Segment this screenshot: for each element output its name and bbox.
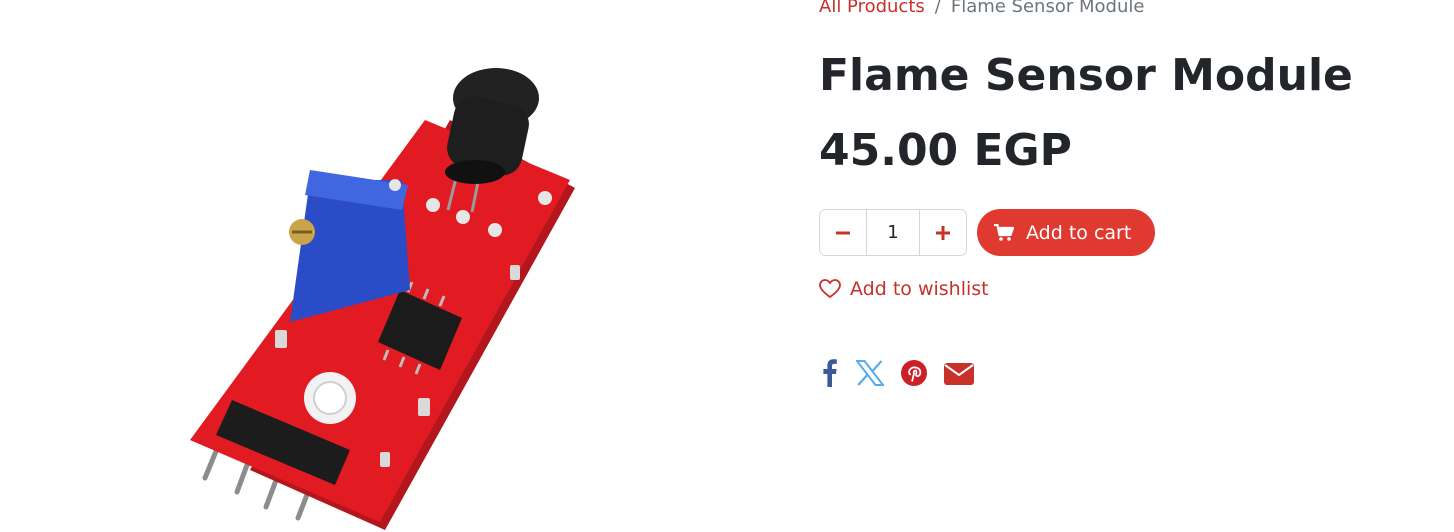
product-info: All Products / Flame Sensor Module Flame S… <box>819 0 1439 532</box>
shopping-cart-icon <box>994 223 1014 242</box>
add-to-cart-label: Add to cart <box>1026 221 1132 244</box>
add-to-wishlist-label: Add to wishlist <box>850 278 989 300</box>
product-image-area <box>0 0 790 532</box>
plus-icon <box>936 225 950 240</box>
minus-icon <box>836 231 850 234</box>
breadcrumb-all-products-link[interactable]: All Products <box>819 0 925 17</box>
email-icon[interactable] <box>943 356 975 390</box>
quantity-increase-button[interactable] <box>919 210 966 255</box>
breadcrumb: All Products / Flame Sensor Module <box>819 0 1144 17</box>
product-title: Flame Sensor Module <box>819 50 1353 101</box>
facebook-icon[interactable] <box>819 356 841 390</box>
heart-icon <box>819 279 841 299</box>
product-image <box>190 68 575 530</box>
breadcrumb-separator: / <box>934 0 941 17</box>
share-icons <box>819 356 989 390</box>
add-to-cart-button[interactable]: Add to cart <box>977 209 1155 256</box>
quantity-stepper <box>819 209 967 256</box>
product-price: 45.00 EGP <box>819 125 1072 176</box>
quantity-input[interactable] <box>867 210 919 255</box>
add-to-wishlist-link[interactable]: Add to wishlist <box>819 278 989 300</box>
x-twitter-icon[interactable] <box>855 356 885 390</box>
pinterest-icon[interactable] <box>899 356 929 390</box>
quantity-decrease-button[interactable] <box>820 210 867 255</box>
breadcrumb-current: Flame Sensor Module <box>950 0 1145 17</box>
